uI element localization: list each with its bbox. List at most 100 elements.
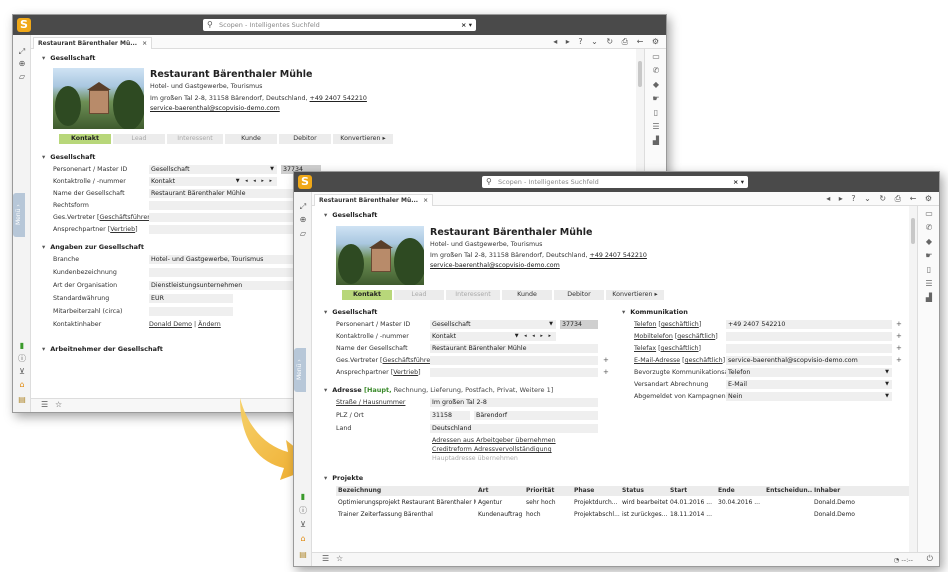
document-icon[interactable]: ▯ xyxy=(650,108,662,118)
table-cell[interactable]: Optimierungsprojekt Restaurant Bärenthal… xyxy=(336,498,476,508)
convert-button[interactable]: Konvertieren ▸ xyxy=(606,290,664,300)
record-nav-icons[interactable]: ▼ ◂ ◂ ▸ ▸ xyxy=(236,177,274,186)
cart-icon[interactable]: ⊻ xyxy=(297,520,309,530)
add-icon[interactable]: ⊕ xyxy=(297,215,309,225)
city-field[interactable]: Bärendorf xyxy=(474,411,598,420)
chart-icon[interactable]: ▮ xyxy=(297,492,309,502)
card-icon[interactable]: ▤ xyxy=(16,395,28,405)
column-header[interactable]: Art xyxy=(476,486,524,496)
type-link[interactable]: geschäftlich xyxy=(661,345,699,352)
column-header[interactable]: Status xyxy=(620,486,668,496)
type-link[interactable]: geschäftlich xyxy=(661,321,699,328)
plz-field[interactable]: 31158 xyxy=(430,411,470,420)
timer-display[interactable]: ◔ --:-- xyxy=(894,556,913,564)
contact-card-icon[interactable]: ▭ xyxy=(923,209,935,219)
kontaktrolle-select[interactable]: Kontakt ▼ ◂ ◂ ▸ ▸ xyxy=(430,332,556,341)
address-type-active[interactable]: [Haupt, xyxy=(364,386,392,394)
stage-lead[interactable]: Lead xyxy=(394,290,444,300)
add-icon[interactable]: + xyxy=(603,368,609,376)
role-link[interactable]: Vertrieb xyxy=(110,226,135,233)
info-icon[interactable]: ⓘ xyxy=(297,506,309,516)
tab-close-icon[interactable]: × xyxy=(142,40,147,47)
menu-tab[interactable]: Menü › xyxy=(294,348,306,392)
contact-card-icon[interactable]: ▭ xyxy=(650,52,662,62)
stage-debitor[interactable]: Debitor xyxy=(279,134,331,144)
email-field[interactable]: service-baerenthal@scopvisio-demo.com xyxy=(726,356,892,365)
column-header[interactable]: Phase xyxy=(572,486,620,496)
main-address-link[interactable]: Hauptadresse übernehmen xyxy=(432,455,518,462)
add-icon[interactable]: + xyxy=(896,356,902,364)
scrollbar-thumb[interactable] xyxy=(638,61,642,87)
stage-kunde[interactable]: Kunde xyxy=(225,134,277,144)
column-header[interactable]: Bezeichnung xyxy=(336,486,476,496)
versandart-select[interactable]: E-Mail ▼ xyxy=(726,380,892,389)
star-icon[interactable]: ☆ xyxy=(336,554,343,563)
company-name-field[interactable]: Restaurant Bärenthaler Mühle xyxy=(430,344,598,353)
app-logo[interactable]: S xyxy=(298,175,312,189)
section-projekte-header[interactable]: ▾ Projekte xyxy=(324,474,363,482)
list-icon[interactable]: ☰ xyxy=(923,279,935,289)
currency-field[interactable]: EUR xyxy=(149,294,233,303)
country-field[interactable]: Deutschland xyxy=(430,424,598,433)
convert-button[interactable]: Konvertieren ▸ xyxy=(333,134,393,144)
toolbar-icons[interactable]: ◂ ▸ ? ⌄ ↻ ⎙ ← ⚙ xyxy=(553,36,662,48)
channel-link[interactable]: E-Mail-Adresse xyxy=(634,357,680,364)
stage-kontakt[interactable]: Kontakt xyxy=(342,290,392,300)
column-header[interactable]: Entscheidun... xyxy=(764,486,812,496)
column-header[interactable]: Ende xyxy=(716,486,764,496)
handshake-icon[interactable]: ☛ xyxy=(650,94,662,104)
search-input[interactable]: ⚲ Scopen - Intelligentes Suchfeld × ▾ xyxy=(482,176,748,188)
stage-interessent[interactable]: Interessent xyxy=(167,134,223,144)
stage-kunde[interactable]: Kunde xyxy=(502,290,552,300)
creditreform-link[interactable]: Creditreform Adressvervollständigung xyxy=(432,446,552,453)
kommunikationsart-select[interactable]: Telefon ▼ xyxy=(726,368,892,377)
scrollbar[interactable] xyxy=(909,206,917,552)
expand-icon[interactable]: ⤢ xyxy=(297,202,309,212)
power-icon[interactable]: ⏻ xyxy=(927,554,933,564)
toolbar-icons[interactable]: ◂ ▸ ? ⌄ ↻ ⎙ ← ⚙ xyxy=(826,193,935,205)
role-link[interactable]: Geschäftsführer xyxy=(100,214,150,221)
list-icon[interactable]: ☰ xyxy=(322,554,329,563)
expand-icon[interactable]: ⤢ xyxy=(16,47,28,57)
stage-debitor[interactable]: Debitor xyxy=(554,290,604,300)
add-icon[interactable]: + xyxy=(896,320,902,328)
channel-link[interactable]: Telefax xyxy=(634,345,656,352)
info-icon[interactable]: ⓘ xyxy=(16,354,28,364)
channel-link[interactable]: Telefon xyxy=(634,321,656,328)
employee-count-field[interactable] xyxy=(149,307,233,316)
tag-icon[interactable]: ◆ xyxy=(650,80,662,90)
section-gesellschaft-header[interactable]: ▾ Gesellschaft xyxy=(42,54,95,62)
section-arbeitnehmer-header[interactable]: ▾ Arbeitnehmer der Gesellschaft xyxy=(42,345,163,353)
phone-icon[interactable]: ✆ xyxy=(650,66,662,76)
folder-icon[interactable]: ▱ xyxy=(297,229,309,239)
column-header[interactable]: Priorität xyxy=(524,486,572,496)
add-icon[interactable]: ⊕ xyxy=(16,59,28,69)
section-gesellschaft-header[interactable]: ▾ Gesellschaft xyxy=(324,211,377,219)
tag-icon[interactable]: ◆ xyxy=(923,237,935,247)
report-icon[interactable]: ▟ xyxy=(650,136,662,146)
column-header[interactable]: Inhaber xyxy=(812,486,909,496)
scrollbar-thumb[interactable] xyxy=(911,218,915,244)
phone-icon[interactable]: ✆ xyxy=(923,223,935,233)
ansprechpartner-field[interactable] xyxy=(430,368,598,377)
mobil-field[interactable] xyxy=(726,332,892,341)
search-input[interactable]: ⚲ Scopen - Intelligentes Suchfeld × ▾ xyxy=(203,19,476,31)
card-icon[interactable]: ▤ xyxy=(297,550,309,560)
column-header[interactable]: Start xyxy=(668,486,716,496)
stage-lead[interactable]: Lead xyxy=(113,134,165,144)
chart-icon[interactable]: ▮ xyxy=(16,341,28,351)
tab-company[interactable]: Restaurant Bärenthaler Mü... × xyxy=(33,37,153,49)
tab-company[interactable]: Restaurant Bärenthaler Mü... × xyxy=(314,194,434,206)
role-link[interactable]: Geschäftsführer xyxy=(383,357,433,364)
table-cell[interactable]: Trainer Zeiterfassung Bärenthal xyxy=(336,510,476,520)
address-from-employer-link[interactable]: Adressen aus Arbeitgeber übernehmen xyxy=(432,437,556,444)
record-nav-icons[interactable]: ▼ ◂ ◂ ▸ ▸ xyxy=(515,332,553,341)
kampagnen-select[interactable]: Nein ▼ xyxy=(726,392,892,401)
channel-link[interactable]: Mobiltelefon xyxy=(634,333,673,340)
search-clear-dropdown[interactable]: × ▾ xyxy=(733,176,744,188)
menu-tab[interactable]: Menü › xyxy=(13,193,25,237)
cart-icon[interactable]: ⊻ xyxy=(16,367,28,377)
tab-close-icon[interactable]: × xyxy=(423,197,428,204)
add-icon[interactable]: + xyxy=(896,332,902,340)
vertreter-field[interactable] xyxy=(430,356,598,365)
